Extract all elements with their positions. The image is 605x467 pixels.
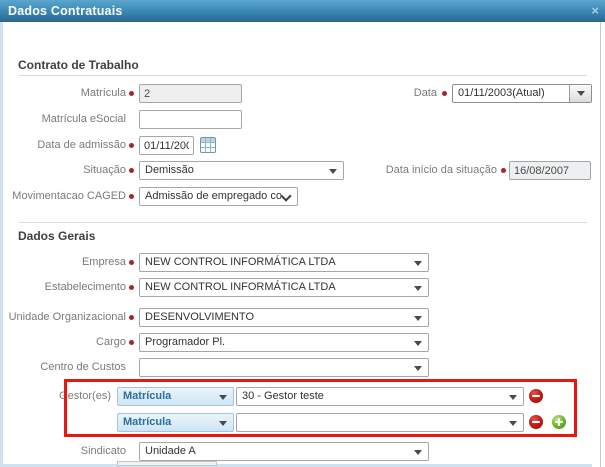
data-inicio-situacao-label: Data início da situação bbox=[330, 161, 497, 180]
gestor-type-select-1-value: Matrícula bbox=[123, 388, 215, 405]
dropdown-arrow-icon bbox=[219, 395, 227, 400]
unidade-organizacional-select-value: DESENVOLVIMENTO bbox=[145, 309, 410, 326]
remove-gestor-button-2[interactable] bbox=[529, 415, 543, 429]
empresa-label: Empresa bbox=[0, 253, 126, 272]
dropdown-arrow-icon bbox=[414, 316, 422, 321]
estabelecimento-label: Estabelecimento bbox=[0, 278, 126, 297]
cargo-label: Cargo bbox=[0, 333, 126, 352]
section-divider bbox=[18, 75, 587, 76]
matricula-esocial-input[interactable] bbox=[139, 110, 242, 129]
gestor-type-select-1[interactable]: Matrícula bbox=[117, 387, 234, 406]
cargo-select[interactable]: Programador Pl. bbox=[139, 333, 429, 352]
clipped-next-field bbox=[117, 461, 217, 466]
required-dot bbox=[129, 143, 134, 148]
gestor-value-select-2[interactable] bbox=[236, 413, 524, 432]
required-dot bbox=[501, 168, 506, 173]
dropdown-arrow-icon bbox=[219, 421, 227, 426]
dados-contratuais-dialog: Dados Contratuais × Contrato de Trabalho… bbox=[0, 0, 605, 467]
dropdown-arrow-icon bbox=[414, 341, 422, 346]
data-combobox[interactable]: 01/11/2003(Atual) bbox=[452, 84, 592, 103]
data-admissao-label: Data de admissão bbox=[0, 136, 126, 155]
sindicato-label: Sindicato bbox=[0, 442, 126, 461]
gestor-value-select-1-value: 30 - Gestor teste bbox=[242, 388, 505, 405]
matricula-label: Matrícula bbox=[0, 84, 126, 103]
movimentacao-caged-label: Movimentacao CAGED bbox=[0, 187, 126, 206]
empresa-select-value: NEW CONTROL INFORMÁTICA LTDA bbox=[145, 254, 410, 271]
data-admissao-input[interactable] bbox=[139, 136, 194, 155]
matricula-input[interactable] bbox=[139, 84, 242, 103]
centro-custos-label: Centro de Custos bbox=[0, 358, 126, 377]
required-dot bbox=[129, 260, 134, 265]
sindicato-select[interactable]: Unidade A bbox=[139, 442, 429, 461]
required-dot bbox=[129, 285, 134, 290]
dropdown-arrow-icon bbox=[414, 286, 422, 291]
chevron-down-icon bbox=[280, 190, 291, 201]
required-dot bbox=[129, 315, 134, 320]
required-dot bbox=[442, 91, 447, 96]
add-gestor-button[interactable] bbox=[552, 415, 566, 429]
required-dot bbox=[129, 168, 134, 173]
situacao-label: Situação bbox=[0, 161, 126, 180]
required-dot bbox=[129, 194, 134, 199]
required-dot bbox=[129, 340, 134, 345]
panel-border-right bbox=[600, 22, 601, 467]
dropdown-arrow-icon bbox=[509, 395, 517, 400]
cargo-select-value: Programador Pl. bbox=[145, 334, 410, 351]
gestor-type-select-2-value: Matrícula bbox=[123, 414, 215, 431]
estabelecimento-select-value: NEW CONTROL INFORMÁTICA LTDA bbox=[145, 279, 410, 296]
dropdown-arrow-icon bbox=[414, 450, 422, 455]
dialog-titlebar: Dados Contratuais × bbox=[0, 0, 605, 22]
unidade-organizacional-select[interactable]: DESENVOLVIMENTO bbox=[139, 308, 429, 327]
section-title-contrato: Contrato de Trabalho bbox=[18, 58, 139, 72]
close-icon[interactable]: × bbox=[591, 1, 599, 21]
estabelecimento-select[interactable]: NEW CONTROL INFORMÁTICA LTDA bbox=[139, 278, 429, 297]
centro-custos-select[interactable] bbox=[139, 358, 429, 377]
gestor-value-select-1[interactable]: 30 - Gestor teste bbox=[236, 387, 524, 406]
gestores-label: Gestor(es) bbox=[0, 387, 111, 406]
required-dot bbox=[129, 91, 134, 96]
calendar-icon[interactable] bbox=[200, 137, 216, 153]
minus-icon bbox=[532, 395, 540, 397]
section-divider bbox=[18, 222, 587, 223]
sindicato-select-value: Unidade A bbox=[145, 443, 410, 460]
movimentacao-caged-select-value: Admissão de empregado com emprego anteri bbox=[145, 188, 281, 205]
combo-arrow-button[interactable] bbox=[569, 85, 591, 102]
data-label: Data bbox=[350, 84, 437, 103]
dropdown-arrow-icon bbox=[577, 91, 585, 96]
empresa-select[interactable]: NEW CONTROL INFORMÁTICA LTDA bbox=[139, 253, 429, 272]
dialog-title: Dados Contratuais bbox=[8, 0, 123, 22]
data-inicio-situacao-input[interactable] bbox=[509, 161, 591, 180]
section-title-dados-gerais: Dados Gerais bbox=[18, 229, 95, 243]
dropdown-arrow-icon bbox=[414, 261, 422, 266]
minus-icon bbox=[532, 421, 540, 423]
movimentacao-caged-select[interactable]: Admissão de empregado com emprego anteri bbox=[139, 187, 298, 206]
dropdown-arrow-icon bbox=[509, 421, 517, 426]
dropdown-arrow-icon bbox=[414, 366, 422, 371]
matricula-esocial-label: Matrícula eSocial bbox=[0, 110, 126, 129]
data-combobox-value: 01/11/2003(Atual) bbox=[458, 85, 567, 102]
gestor-type-select-2[interactable]: Matrícula bbox=[117, 413, 234, 432]
situacao-select-value: Demissão bbox=[145, 162, 325, 179]
situacao-select[interactable]: Demissão bbox=[139, 161, 344, 180]
unidade-organizacional-label: Unidade Organizacional bbox=[0, 308, 126, 327]
remove-gestor-button-1[interactable] bbox=[529, 389, 543, 403]
